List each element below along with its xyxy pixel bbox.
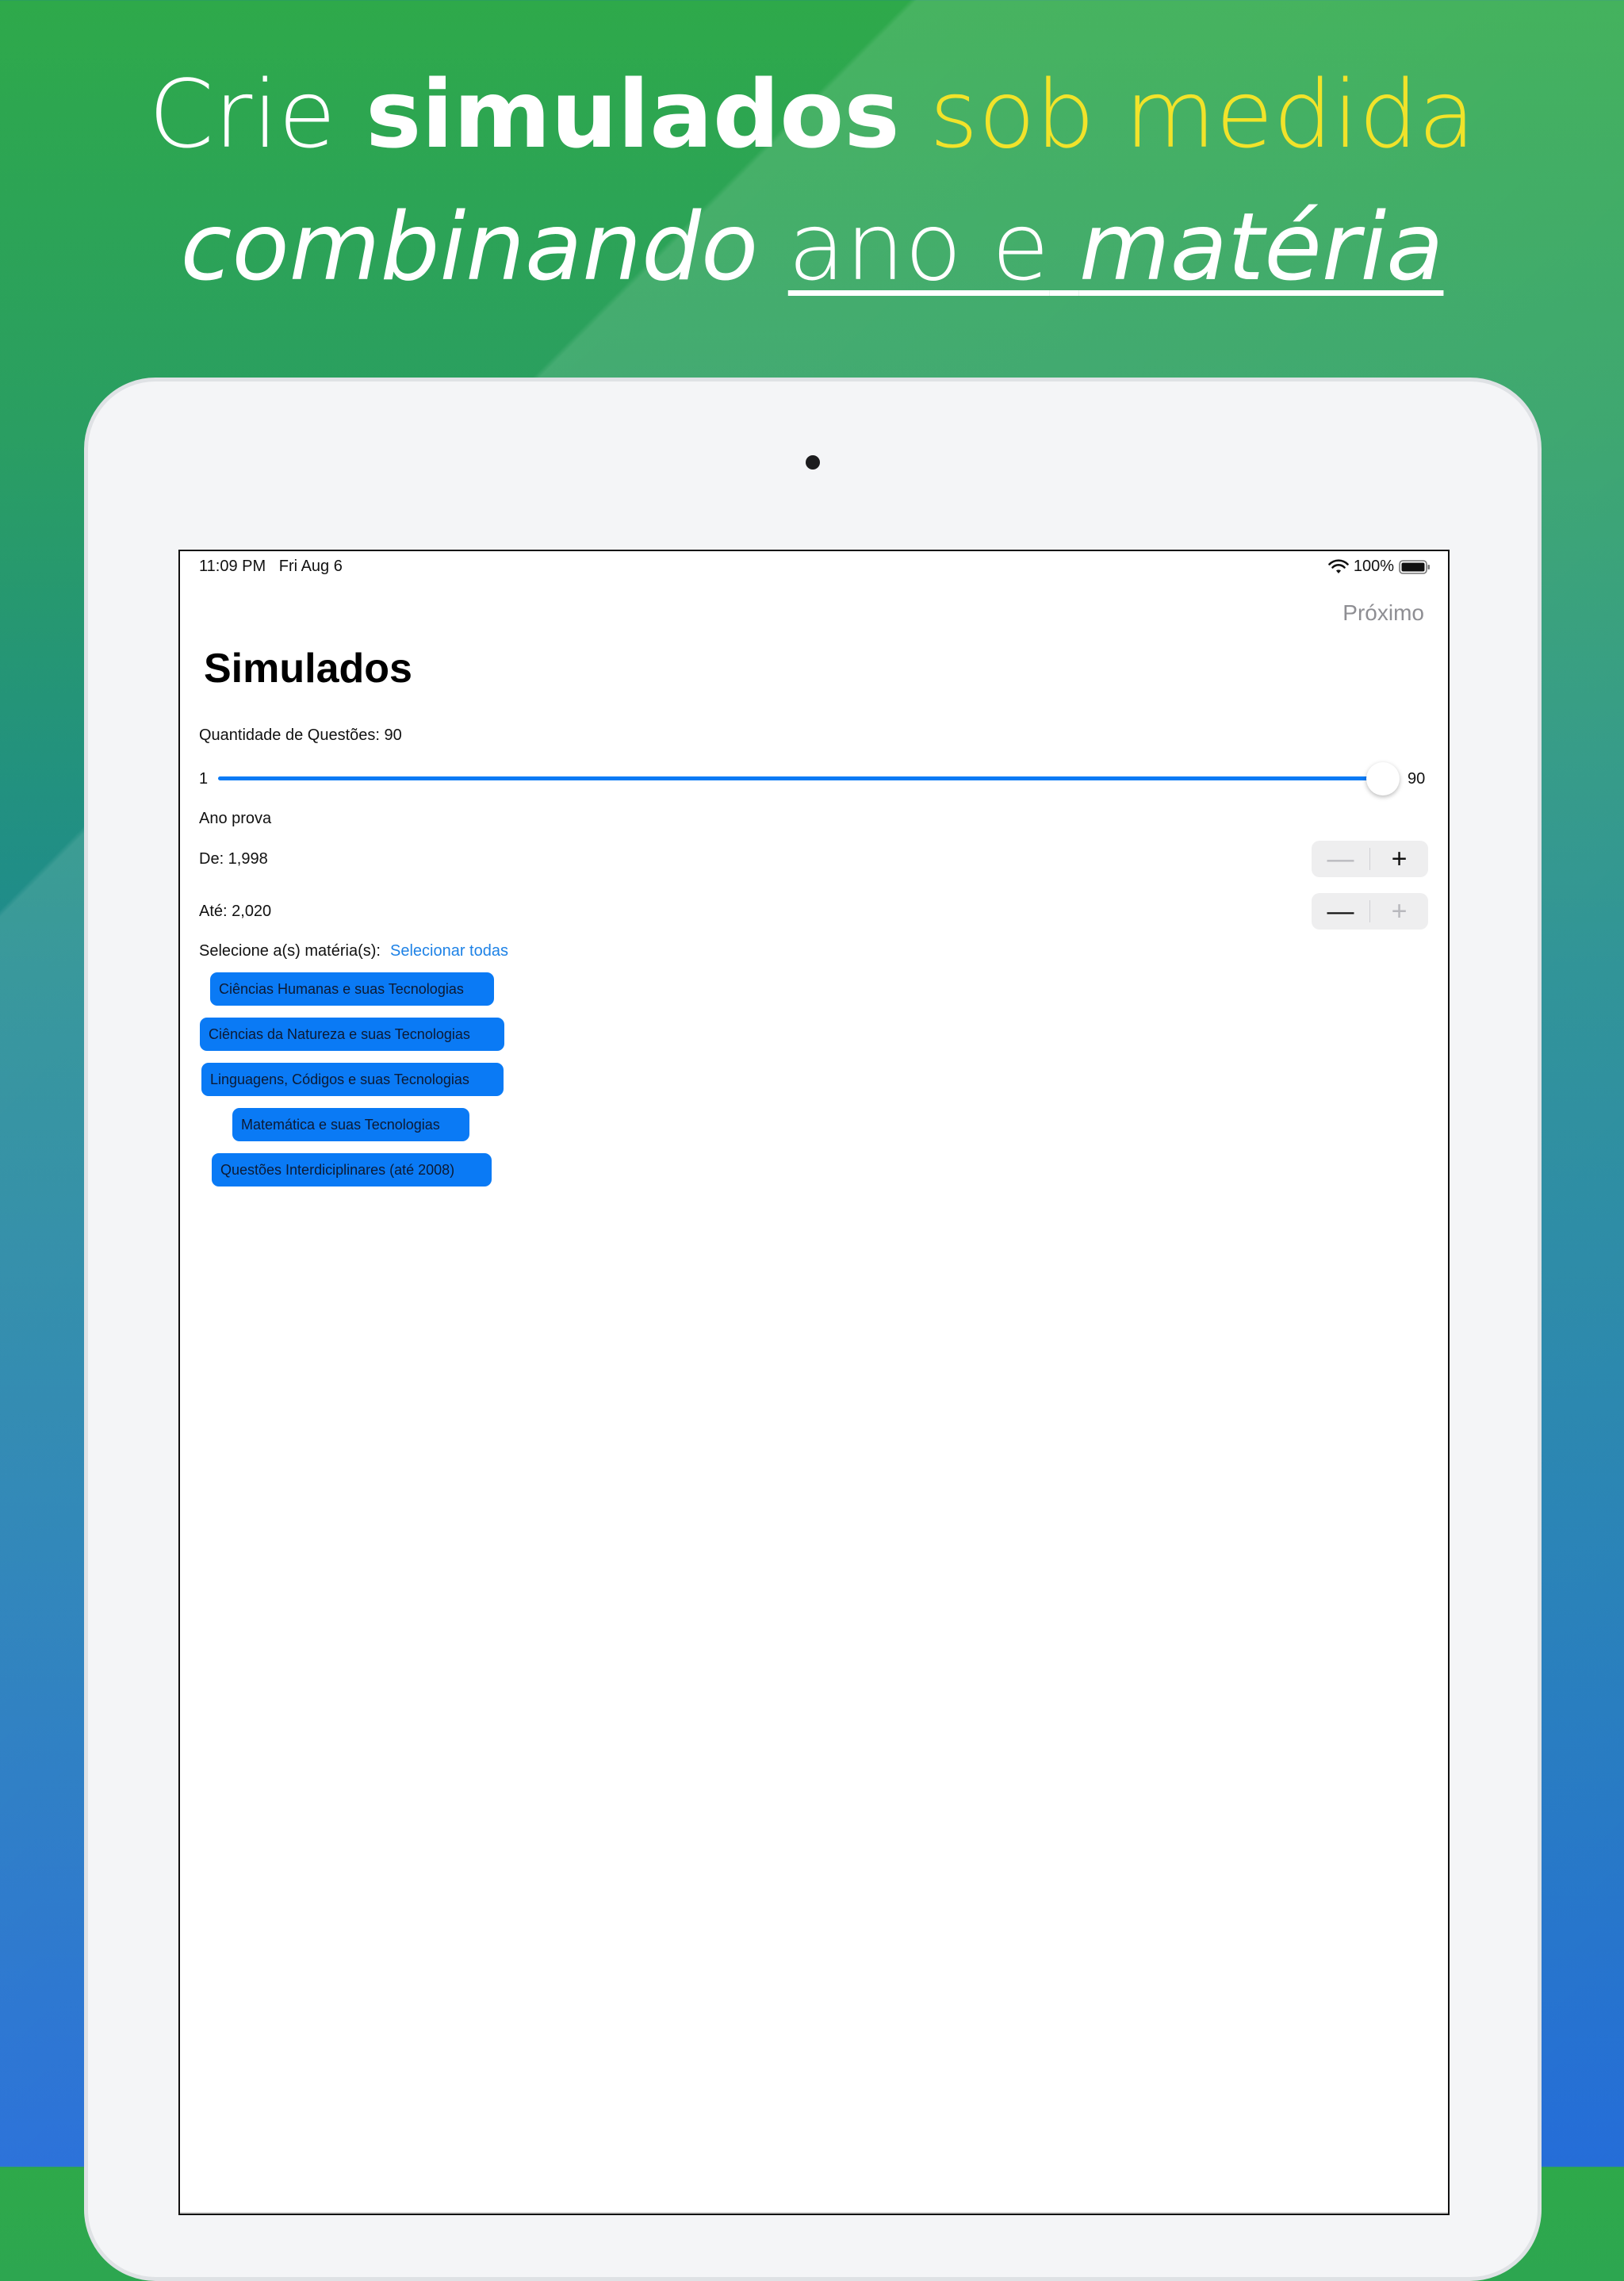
minus-icon: —: [1327, 896, 1354, 926]
camera-dot: [806, 455, 820, 470]
year-section-label: Ano prova: [199, 810, 272, 827]
minus-icon: —: [1327, 844, 1354, 874]
year-to-decrement-button[interactable]: —: [1312, 893, 1369, 930]
headline-combinando: combinando: [180, 192, 759, 301]
headline-simulados: simulados: [366, 59, 900, 169]
year-from-increment-button[interactable]: +: [1370, 841, 1428, 877]
battery-percent: 100%: [1353, 558, 1394, 575]
slider-min-label: 1: [199, 770, 209, 788]
battery-icon: [1399, 559, 1430, 574]
select-all-link[interactable]: Selecionar todas: [390, 942, 508, 960]
headline-crie: Crie: [148, 59, 336, 169]
app-screen: 11:09 PM Fri Aug 6 100% Próximo Simulado…: [178, 550, 1450, 2215]
question-count-slider[interactable]: [218, 776, 1384, 780]
slider-thumb[interactable]: [1366, 762, 1400, 795]
year-from-label: De: 1,998: [199, 850, 268, 868]
headline-ano-materia: ano e matéria: [788, 192, 1444, 301]
subject-chip-matematica[interactable]: Matemática e suas Tecnologias: [232, 1108, 469, 1141]
status-date: Fri Aug 6: [278, 558, 343, 575]
screen-divider: [180, 2212, 1448, 2214]
year-to-increment-button[interactable]: +: [1370, 893, 1428, 930]
subject-chip-humanas[interactable]: Ciências Humanas e suas Tecnologias: [210, 972, 494, 1006]
headline-ano-e: ano e: [787, 192, 1050, 301]
year-to-stepper: — +: [1312, 893, 1428, 930]
subject-chip-interdisciplinares[interactable]: Questões Interdiciplinares (até 2008): [212, 1153, 492, 1187]
question-count-label: Quantidade de Questões: 90: [199, 726, 402, 744]
year-from-stepper: — +: [1312, 841, 1428, 877]
headline-line-1: Crie simulados sob medida: [0, 67, 1624, 161]
status-indicators: 100%: [1328, 558, 1431, 576]
subjects-prompt: Selecione a(s) matéria(s):: [199, 942, 381, 960]
year-to-label: Até: 2,020: [199, 903, 272, 920]
subject-chip-linguagens[interactable]: Linguagens, Códigos e suas Tecnologias: [201, 1063, 504, 1096]
page-title: Simulados: [204, 646, 412, 692]
wifi-icon: [1328, 558, 1349, 573]
status-time-date: 11:09 PM Fri Aug 6: [199, 558, 343, 576]
next-button[interactable]: Próximo: [1342, 600, 1424, 626]
status-time: 11:09 PM: [199, 558, 266, 575]
headline-sob-medida: sob medida: [929, 59, 1476, 169]
headline-line-2: combinando ano e matéria: [0, 200, 1624, 293]
headline-materia: matéria: [1078, 192, 1444, 301]
plus-icon: +: [1391, 896, 1408, 926]
year-from-decrement-button[interactable]: —: [1312, 841, 1369, 877]
plus-icon: +: [1391, 844, 1408, 874]
slider-max-label: 90: [1408, 770, 1426, 788]
subject-chip-natureza[interactable]: Ciências da Natureza e suas Tecnologias: [200, 1018, 504, 1051]
